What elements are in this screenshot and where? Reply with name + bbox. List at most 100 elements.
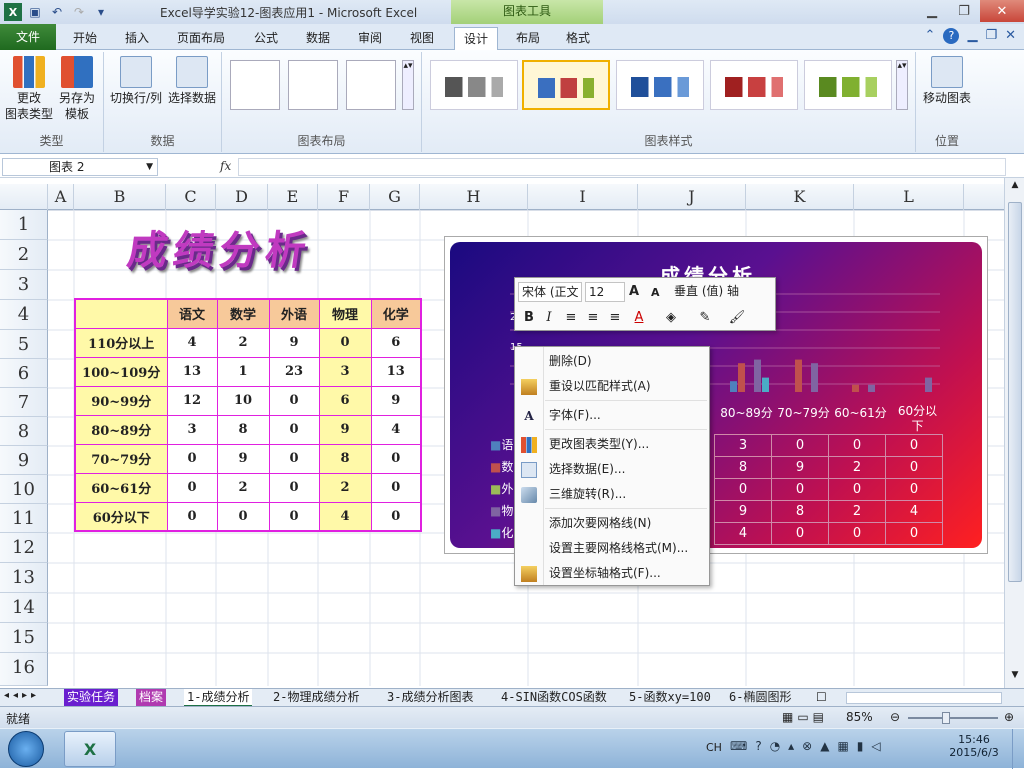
data-cell[interactable]: 2 [318,472,372,503]
help-icon[interactable]: ? [943,28,960,44]
tab-layout[interactable]: 布局 [506,27,550,50]
outline-color-icon[interactable]: ✎ [695,308,715,328]
data-cell[interactable]: 3 [166,414,218,445]
layout-gallery-more[interactable]: ▴▾ [402,60,414,110]
select-data-button[interactable]: 选择数据 [166,56,218,106]
tab-data[interactable]: 数据 [296,27,340,50]
menu-item-format-major-gridlines[interactable]: 设置主要网格线格式(M)... [515,536,709,561]
sheet-tab[interactable]: 6-椭圆图形 [726,689,794,707]
table-header-cell[interactable]: 数学 [216,298,270,329]
name-box[interactable]: 图表 2 ▼ [2,158,158,176]
show-desktop-button[interactable] [1012,729,1024,769]
data-cell[interactable]: 9 [370,385,422,416]
scroll-down-icon[interactable]: ▼ [1007,670,1023,686]
menu-item-reset-style[interactable]: 重设以匹配样式(A) [515,374,709,399]
excel-logo-icon[interactable]: X [4,3,22,21]
clock[interactable]: 15:46 2015/6/3 [944,733,1004,759]
data-cell[interactable]: 6 [318,385,372,416]
zoom-out-icon[interactable]: ⊖ [890,710,900,724]
excel-taskbar-icon[interactable]: X [64,731,116,767]
restore-workbook-icon[interactable]: ❐ [985,28,997,44]
move-chart-button[interactable]: 移动图表 [918,56,976,106]
row-header[interactable]: 12 [0,533,48,563]
style-option-blue[interactable] [616,60,704,110]
menu-item-select-data[interactable]: 选择数据(E)... [515,457,709,482]
col-header[interactable]: A [48,184,74,210]
row-label-cell[interactable]: 110分以上 [74,327,168,358]
vertical-scrollbar[interactable]: ▲ ▼ [1004,178,1024,688]
col-header[interactable]: I [528,184,638,210]
menu-item-3d-rotation[interactable]: 三维旋转(R)... [515,482,709,507]
col-header[interactable]: D [216,184,268,210]
table-header-cell[interactable]: 外语 [268,298,320,329]
layout-option-2[interactable] [288,60,338,110]
data-cell[interactable]: 9 [318,414,372,445]
data-cell[interactable]: 0 [268,385,320,416]
layout-option-3[interactable] [346,60,396,110]
italic-icon[interactable]: I [539,308,559,328]
zoom-level[interactable]: 85% [846,710,873,724]
shrink-font-icon[interactable]: A [651,286,660,299]
zoom-slider-thumb[interactable] [942,712,950,724]
view-buttons[interactable]: ▦▭▤ [782,710,828,724]
language-indicator[interactable]: CH [706,741,722,754]
data-cell[interactable]: 0 [216,501,270,532]
row-label-cell[interactable]: 60~61分 [74,472,168,503]
data-cell[interactable]: 2 [216,472,270,503]
select-all[interactable] [0,184,48,210]
data-cell[interactable]: 12 [166,385,218,416]
tab-insert[interactable]: 插入 [114,27,160,50]
close-button[interactable]: ✕ [980,0,1024,22]
zoom-in-icon[interactable]: ⊕ [1004,710,1014,724]
data-cell[interactable]: 0 [166,443,218,474]
chart-bar[interactable] [754,359,761,392]
scroll-thumb[interactable] [1008,202,1022,582]
style-option-green[interactable] [804,60,892,110]
style-option-red[interactable] [710,60,798,110]
zoom-slider[interactable] [908,717,998,719]
data-cell[interactable]: 23 [268,356,320,387]
font-size-select[interactable]: 12 [585,282,625,302]
table-header-cell[interactable]: 化学 [370,298,422,329]
new-sheet-icon[interactable]: ☐ [816,690,827,704]
col-header[interactable]: F [318,184,370,210]
data-cell[interactable]: 0 [268,443,320,474]
row-header[interactable]: 11 [0,504,48,533]
col-header[interactable]: B [74,184,166,210]
data-cell[interactable]: 9 [216,443,270,474]
style-gallery-more[interactable]: ▴▾ [896,60,908,110]
save-as-template-button[interactable]: 另存为 模板 [54,56,100,122]
switch-row-column-button[interactable]: 切换行/列 [108,56,164,106]
minimize-workbook-icon[interactable]: ▁ [967,28,977,44]
customize-qat-icon[interactable]: ▾ [92,3,110,21]
row-header[interactable]: 2 [0,240,48,270]
data-cell[interactable]: 0 [370,472,422,503]
table-header-cell[interactable]: 语文 [166,298,218,329]
data-cell[interactable]: 1 [216,356,270,387]
data-cell[interactable]: 0 [268,501,320,532]
row-header[interactable]: 5 [0,330,48,359]
col-header[interactable]: L [854,184,964,210]
chart-bar[interactable] [852,384,859,392]
col-header[interactable]: G [370,184,420,210]
undo-icon[interactable]: ↶ [48,3,66,21]
tab-file[interactable]: 文件 [0,24,56,50]
data-cell[interactable]: 4 [318,501,372,532]
horizontal-scrollbar[interactable] [846,692,1002,704]
sheet-tab[interactable]: 4-SIN函数COS函数 [498,689,610,707]
col-header[interactable]: J [638,184,746,210]
data-cell[interactable]: 4 [166,327,218,358]
bold-icon[interactable]: B [519,308,539,328]
tab-format[interactable]: 格式 [556,27,600,50]
data-cell[interactable]: 10 [216,385,270,416]
change-chart-type-button[interactable]: 更改 图表类型 [4,56,54,122]
menu-item-change-chart-type[interactable]: 更改图表类型(Y)... [515,432,709,457]
tray-icons[interactable]: ⌨?◔▴⊗▲▦▮◁ [730,739,889,753]
sheet-nav-icon[interactable]: ◂◂▸▸ [4,690,40,701]
row-label-cell[interactable]: 60分以下 [74,501,168,532]
row-label-cell[interactable]: 100~109分 [74,356,168,387]
chart-bar[interactable] [925,377,932,392]
chart-bar[interactable] [730,381,737,392]
chart-element-select[interactable]: 垂直 (值) 轴 [671,282,773,302]
tab-home[interactable]: 开始 [62,27,108,50]
